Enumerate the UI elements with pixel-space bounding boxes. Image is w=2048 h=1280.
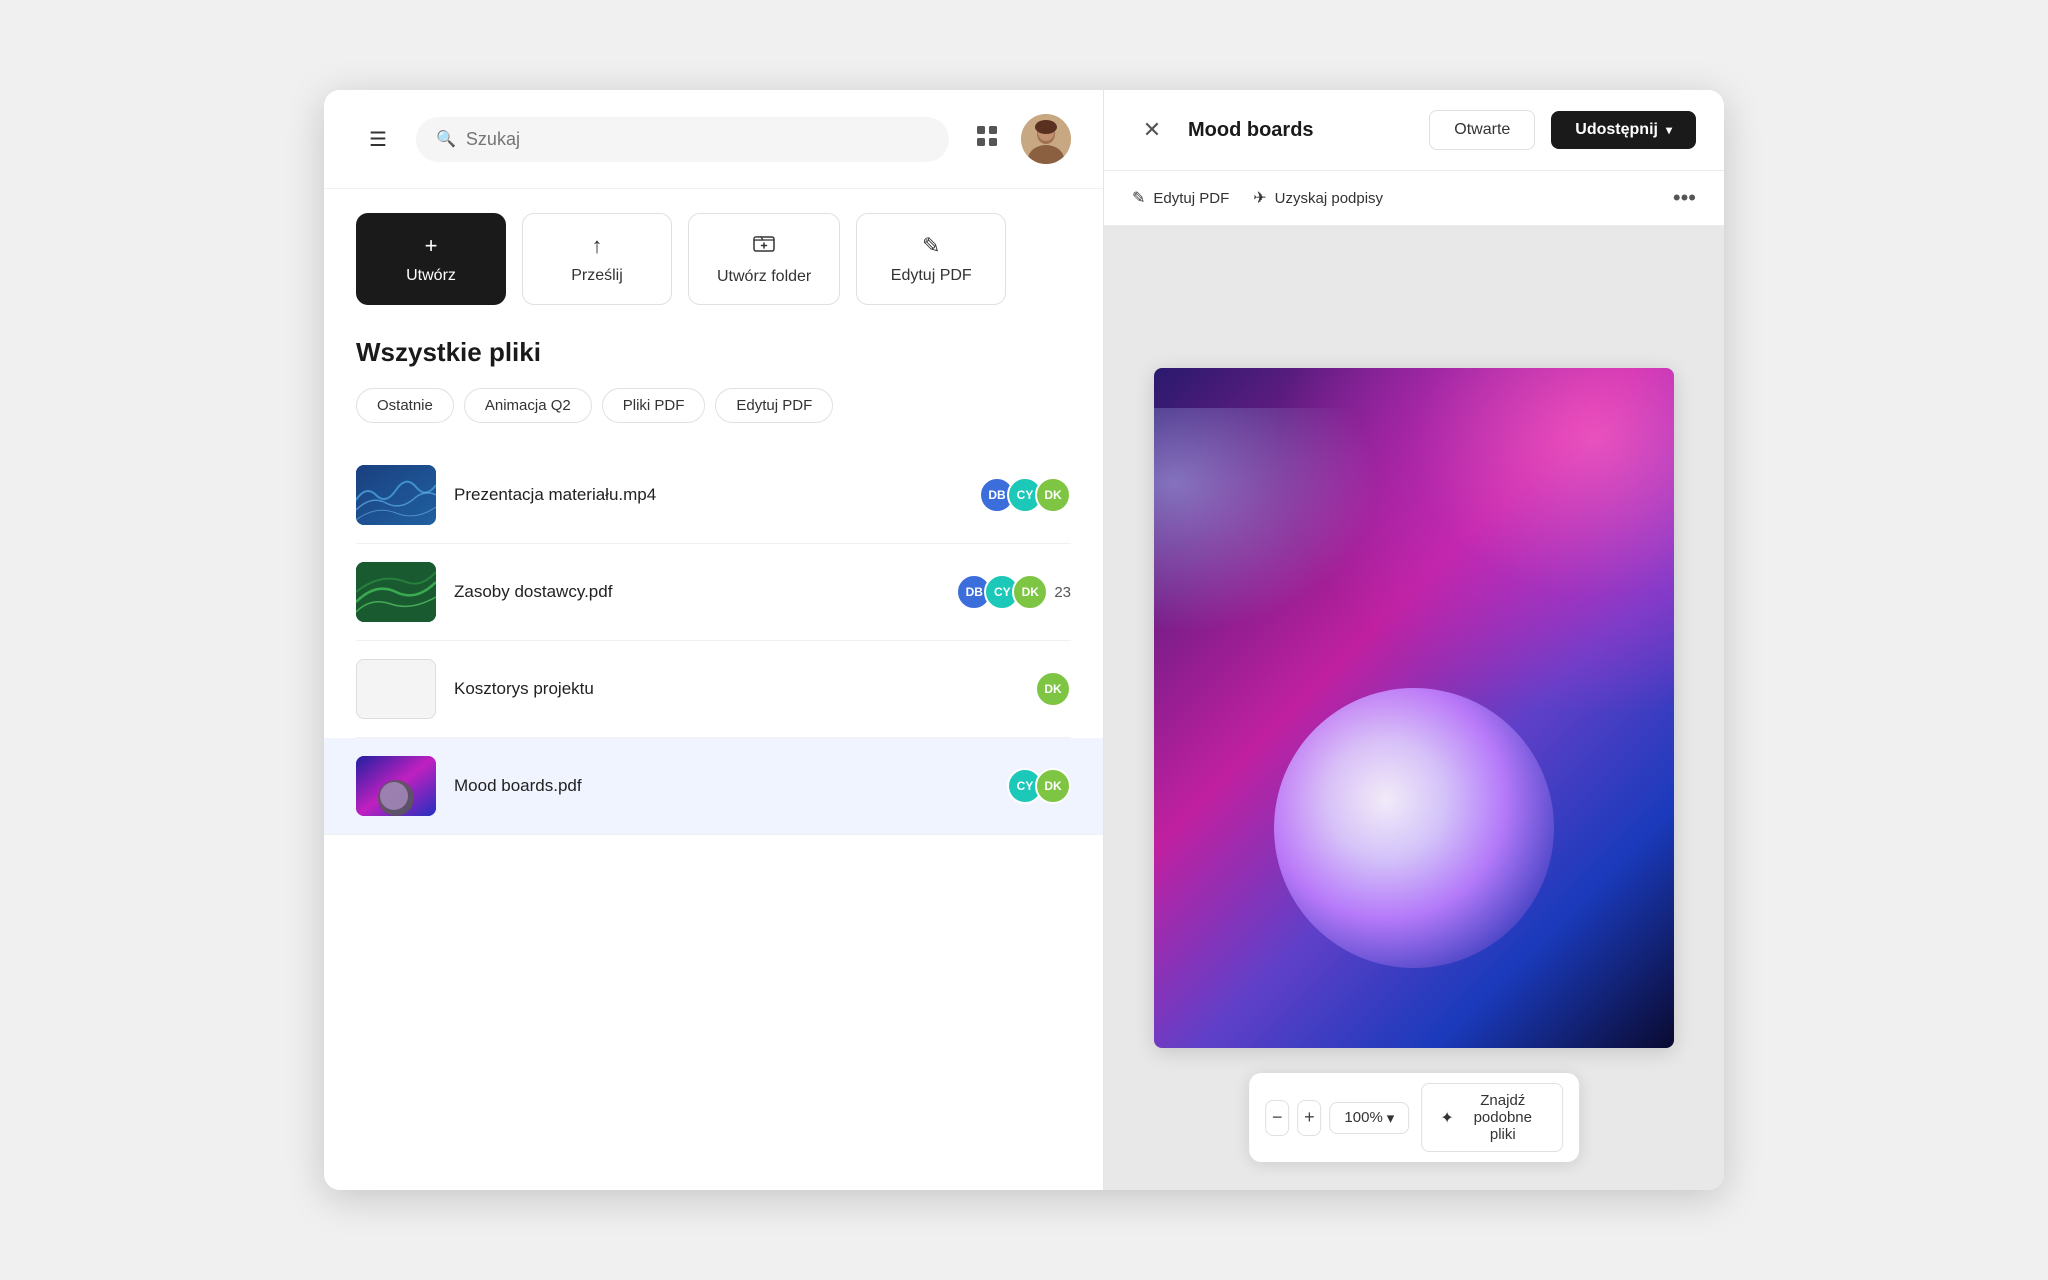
create-button[interactable]: + Utwórz (356, 213, 506, 305)
file-avatar: DK (1035, 671, 1071, 707)
doc-toolbar: ✎ Edytuj PDF ✈ Uzyskaj podpisy ••• (1104, 171, 1724, 226)
preview-glow2 (1154, 408, 1414, 658)
new-folder-label: Utwórz folder (717, 268, 811, 286)
filter-pill-editpdf[interactable]: Edytuj PDF (715, 388, 833, 423)
zoom-out-button[interactable]: − (1265, 1100, 1289, 1136)
new-folder-icon (753, 232, 775, 260)
edit-pdf-icon-action: ✎ (922, 233, 940, 259)
preview-image (1154, 368, 1674, 1048)
zoom-chevron-icon: ▾ (1387, 1109, 1395, 1127)
file-thumbnail (356, 659, 436, 719)
action-buttons: + Utwórz ↑ Prześlij Utwórz folder (324, 189, 1103, 329)
close-button[interactable]: ✕ (1132, 110, 1172, 150)
open-button[interactable]: Otwarte (1429, 110, 1535, 150)
create-label: Utwórz (406, 267, 456, 285)
edit-pdf-toolbar-label: Edytuj PDF (1153, 190, 1229, 207)
file-avatar: DK (1035, 477, 1071, 513)
more-icon: ••• (1673, 185, 1696, 210)
file-name: Mood boards.pdf (454, 776, 989, 796)
get-signatures-button[interactable]: ✈ Uzyskaj podpisy (1253, 188, 1383, 208)
preview-blob (1274, 688, 1554, 968)
top-bar-right (965, 114, 1071, 164)
new-folder-button[interactable]: Utwórz folder (688, 213, 840, 305)
get-signatures-label: Uzyskaj podpisy (1275, 190, 1383, 207)
search-input[interactable] (466, 129, 929, 150)
right-header: ✕ Mood boards Otwarte Udostępnij ▾ (1104, 90, 1724, 171)
file-item[interactable]: Prezentacja materiału.mp4 DB CY DK (356, 447, 1071, 544)
zoom-level-selector[interactable]: 100% ▾ (1329, 1102, 1409, 1134)
upload-button[interactable]: ↑ Prześlij (522, 213, 672, 305)
share-button[interactable]: Udostępnij ▾ (1551, 111, 1696, 149)
grid-icon (976, 125, 998, 153)
file-thumbnail (356, 562, 436, 622)
file-item[interactable]: Kosztorys projektu DK (356, 641, 1071, 738)
right-panel: ✕ Mood boards Otwarte Udostępnij ▾ ✎ Edy… (1104, 90, 1724, 1190)
doc-lines (388, 659, 404, 719)
plus-icon: + (1304, 1107, 1315, 1128)
left-panel: ☰ 🔍 (324, 90, 1104, 1190)
file-name: Prezentacja materiału.mp4 (454, 485, 961, 505)
upload-label: Prześlij (571, 267, 623, 285)
file-avatar: DK (1012, 574, 1048, 610)
find-similar-button[interactable]: ✦ Znajdź podobne pliki (1421, 1083, 1563, 1152)
close-icon: ✕ (1143, 117, 1161, 143)
file-item-active[interactable]: Mood boards.pdf CY DK (324, 738, 1103, 835)
get-signatures-icon: ✈ (1253, 188, 1266, 208)
file-avatars: DB CY DK (979, 477, 1071, 513)
edit-pdf-toolbar-icon: ✎ (1132, 188, 1145, 208)
search-bar[interactable]: 🔍 (416, 117, 949, 162)
file-thumbnail (356, 756, 436, 816)
chevron-down-icon: ▾ (1666, 123, 1672, 137)
file-thumbnail (356, 465, 436, 525)
upload-icon: ↑ (592, 233, 603, 259)
document-preview: − + 100% ▾ ✦ Znajdź podobne pliki (1104, 226, 1724, 1190)
file-count: 23 (1054, 584, 1071, 601)
filter-pill-animacja[interactable]: Animacja Q2 (464, 388, 592, 423)
avatar[interactable] (1021, 114, 1071, 164)
document-title: Mood boards (1188, 119, 1413, 142)
edit-pdf-button-action[interactable]: ✎ Edytuj PDF (856, 213, 1006, 305)
filter-pill-pdf[interactable]: Pliki PDF (602, 388, 706, 423)
file-avatars: DB CY DK 23 (956, 574, 1071, 610)
find-similar-label: Znajdź podobne pliki (1462, 1092, 1544, 1143)
create-icon: + (425, 233, 438, 259)
zoom-in-button[interactable]: + (1297, 1100, 1321, 1136)
file-avatars: DK (1035, 671, 1071, 707)
edit-pdf-toolbar-button[interactable]: ✎ Edytuj PDF (1132, 188, 1229, 208)
top-bar: ☰ 🔍 (324, 90, 1103, 189)
section-title: Wszystkie pliki (356, 337, 1071, 368)
search-icon: 🔍 (436, 129, 456, 149)
menu-button[interactable]: ☰ (356, 117, 400, 161)
find-similar-icon: ✦ (1440, 1108, 1453, 1128)
file-avatar: DK (1035, 768, 1071, 804)
file-name: Kosztorys projektu (454, 679, 1017, 699)
filter-pill-ostatnie[interactable]: Ostatnie (356, 388, 454, 423)
edit-pdf-label-action: Edytuj PDF (891, 267, 972, 285)
filter-pills: Ostatnie Animacja Q2 Pliki PDF Edytuj PD… (356, 388, 1071, 423)
file-avatars: CY DK (1007, 768, 1071, 804)
zoom-bar: − + 100% ▾ ✦ Znajdź podobne pliki (1249, 1073, 1579, 1162)
hamburger-icon: ☰ (369, 127, 387, 152)
app-window: ☰ 🔍 (324, 90, 1724, 1190)
share-label: Udostępnij (1575, 121, 1658, 139)
file-list: Prezentacja materiału.mp4 DB CY DK (356, 447, 1071, 835)
files-section: Wszystkie pliki Ostatnie Animacja Q2 Pli… (324, 329, 1103, 1190)
file-item[interactable]: Zasoby dostawcy.pdf DB CY DK 23 (356, 544, 1071, 641)
more-options-button[interactable]: ••• (1673, 185, 1696, 211)
grid-view-button[interactable] (965, 117, 1009, 161)
minus-icon: − (1272, 1107, 1283, 1128)
zoom-level-value: 100% (1344, 1109, 1382, 1126)
file-name: Zasoby dostawcy.pdf (454, 582, 938, 602)
